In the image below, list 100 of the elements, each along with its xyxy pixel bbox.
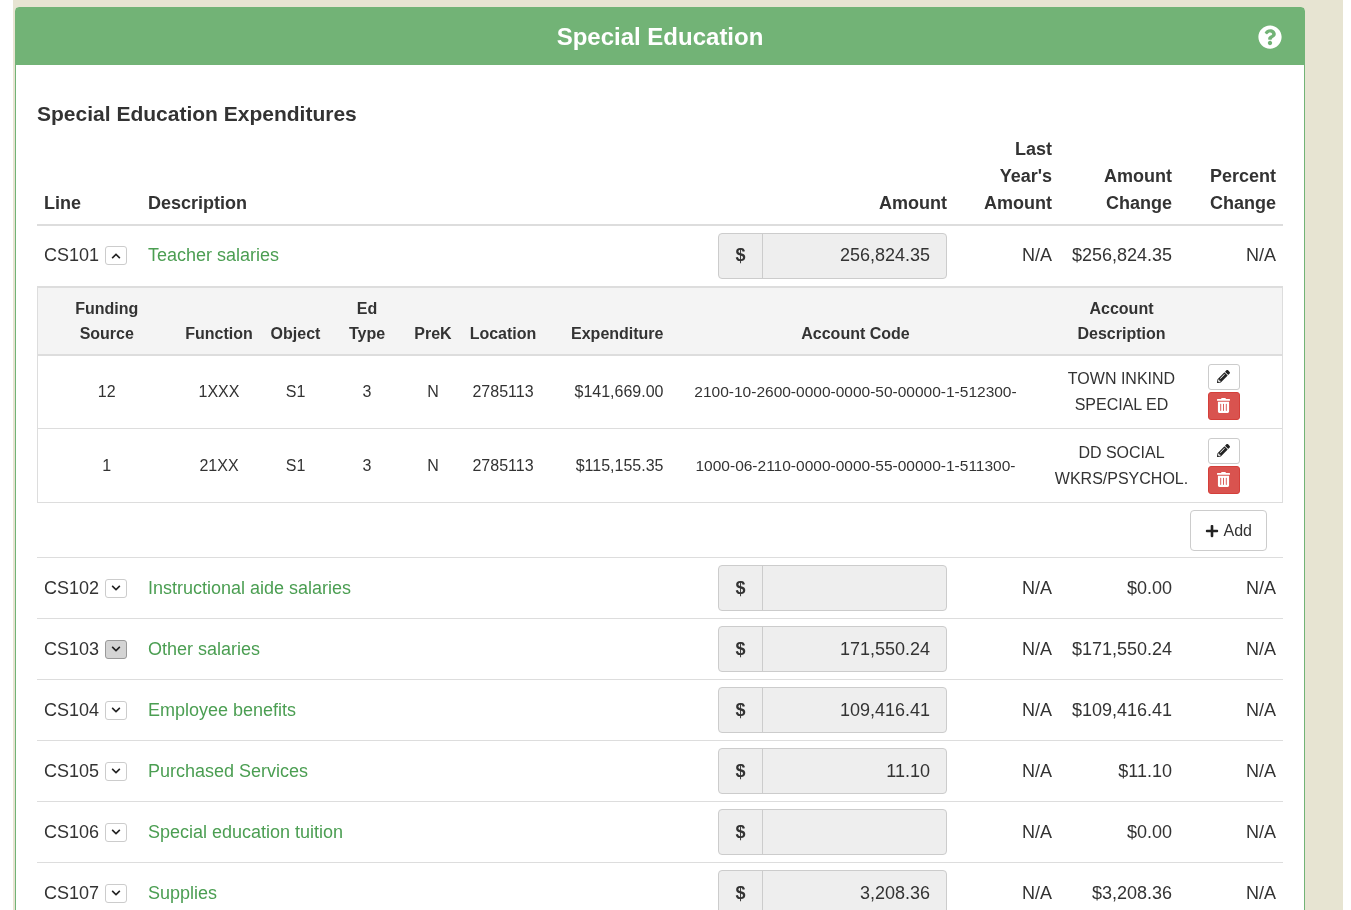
column-header: Account Code xyxy=(800,323,911,344)
delete-button[interactable] xyxy=(1207,391,1240,420)
edit-button[interactable] xyxy=(1207,363,1240,390)
currency-addon: $ xyxy=(719,871,763,910)
column-header: Funding Source xyxy=(75,298,139,344)
amount-field[interactable]: $ 256,824.35 xyxy=(718,232,947,279)
table-cell: $171,550.24 xyxy=(1071,638,1172,659)
column-header: PreK xyxy=(413,323,453,344)
table-cell: N/A xyxy=(1246,760,1276,781)
line-code: CS102 xyxy=(44,576,100,600)
panel-title: Special Education xyxy=(556,21,764,52)
column-header: Amount xyxy=(878,191,947,215)
line-code: CS107 xyxy=(44,881,100,905)
column-header: Description xyxy=(148,191,249,215)
table-cell: 21XX xyxy=(199,456,239,474)
line-code: CS103 xyxy=(44,637,100,661)
table-cell: 2100-10-2600-0000-0000-50-00000-1-512300- xyxy=(694,382,1017,400)
amount-field[interactable]: $ xyxy=(718,565,947,611)
table-cell: N/A xyxy=(1022,882,1052,903)
table-cell: 2785113 xyxy=(472,456,534,474)
line-code: CS105 xyxy=(44,759,100,783)
chevron-down-icon xyxy=(111,705,122,715)
table-cell: N/A xyxy=(1246,882,1276,903)
expand-toggle[interactable] xyxy=(105,639,128,659)
table-cell: N/A xyxy=(1246,821,1276,842)
table-cell: N/A xyxy=(1246,577,1276,598)
table-cell: 1XXX xyxy=(198,382,240,400)
amount-value: 171,550.24 xyxy=(838,637,931,661)
line-code: CS104 xyxy=(44,698,100,722)
table-cell: N/A xyxy=(1246,638,1276,659)
expand-toggle[interactable] xyxy=(105,822,128,842)
currency-addon: $ xyxy=(719,627,763,671)
table-cell: $0.00 xyxy=(1126,577,1172,598)
table-cell: N/A xyxy=(1022,245,1052,265)
column-header: Percent Change xyxy=(1209,164,1276,215)
table-cell: $256,824.35 xyxy=(1071,245,1172,265)
amount-field[interactable]: $ 11.10 xyxy=(718,748,947,794)
amount-value: 3,208.36 xyxy=(858,881,931,905)
chevron-down-icon xyxy=(111,583,122,593)
column-header: Function xyxy=(184,323,254,344)
currency-addon: $ xyxy=(719,566,763,610)
pencil-icon xyxy=(1217,444,1230,457)
chevron-down-icon xyxy=(111,644,122,654)
expand-toggle[interactable] xyxy=(105,883,128,903)
column-header: Line xyxy=(44,191,82,215)
table-cell: $141,669.00 xyxy=(574,382,664,400)
table-cell: $115,155.35 xyxy=(575,456,664,474)
column-header: Amount Change xyxy=(1104,164,1172,215)
currency-addon: $ xyxy=(719,688,763,732)
amount-field[interactable]: $ 3,208.36 xyxy=(718,870,947,910)
expand-toggle[interactable] xyxy=(105,246,128,265)
trash-icon xyxy=(1217,398,1230,414)
table-cell: N/A xyxy=(1022,699,1052,720)
expand-toggle[interactable] xyxy=(105,700,128,720)
amount-field[interactable]: $ 171,550.24 xyxy=(718,626,947,672)
line-code: CS106 xyxy=(44,820,100,844)
column-header: Object xyxy=(269,323,322,344)
expand-toggle[interactable] xyxy=(105,761,128,781)
table-cell: DD SOCIAL WKRS/PSYCHOL. xyxy=(1054,443,1189,487)
table-cell: $11.10 xyxy=(1118,760,1172,781)
amount-field[interactable]: $ xyxy=(718,809,947,855)
trash-icon xyxy=(1217,472,1230,487)
table-cell: N xyxy=(427,382,439,400)
expand-toggle[interactable] xyxy=(105,578,128,598)
table-cell: $109,416.41 xyxy=(1071,699,1172,720)
table-cell: N/A xyxy=(1022,821,1052,842)
table-cell: N/A xyxy=(1246,245,1276,265)
table-cell: TOWN INKIND SPECIAL ED xyxy=(1067,369,1176,413)
table-cell: N/A xyxy=(1022,760,1052,781)
table-cell: S1 xyxy=(285,382,306,400)
amount-value: 11.10 xyxy=(885,759,931,783)
chevron-down-icon xyxy=(111,766,122,776)
table-cell: N xyxy=(427,456,439,474)
edit-button[interactable] xyxy=(1207,437,1240,464)
amount-value: 256,824.35 xyxy=(838,244,931,267)
pencil-icon xyxy=(1217,370,1230,384)
add-button[interactable]: Add xyxy=(1189,510,1267,551)
currency-addon: $ xyxy=(719,749,763,793)
currency-addon: $ xyxy=(719,810,763,854)
column-header: Expenditure xyxy=(570,323,664,344)
table-cell: S1 xyxy=(285,456,306,474)
chevron-down-icon xyxy=(111,888,122,898)
table-cell: 1 xyxy=(102,456,112,474)
currency-addon: $ xyxy=(719,233,763,278)
amount-field[interactable]: $ 109,416.41 xyxy=(718,687,947,733)
column-header: Account Description xyxy=(1077,298,1166,344)
table-cell: N/A xyxy=(1022,577,1052,598)
amount-value: 109,416.41 xyxy=(838,698,931,722)
column-header: Ed Type xyxy=(348,298,386,344)
table-cell: 2785113 xyxy=(472,382,534,400)
table-cell: 3 xyxy=(362,456,372,474)
column-header: Location xyxy=(468,323,538,344)
table-cell: $3,208.36 xyxy=(1091,882,1172,903)
chevron-down-icon xyxy=(111,827,122,837)
section-title: Special Education Expenditures xyxy=(37,101,358,127)
table-cell: 3 xyxy=(362,382,372,400)
table-cell: N/A xyxy=(1246,699,1276,720)
table-cell: 1000-06-2110-0000-0000-55-00000-1-511300- xyxy=(695,456,1016,474)
delete-button[interactable] xyxy=(1207,465,1240,494)
table-cell: $0.00 xyxy=(1126,821,1172,842)
